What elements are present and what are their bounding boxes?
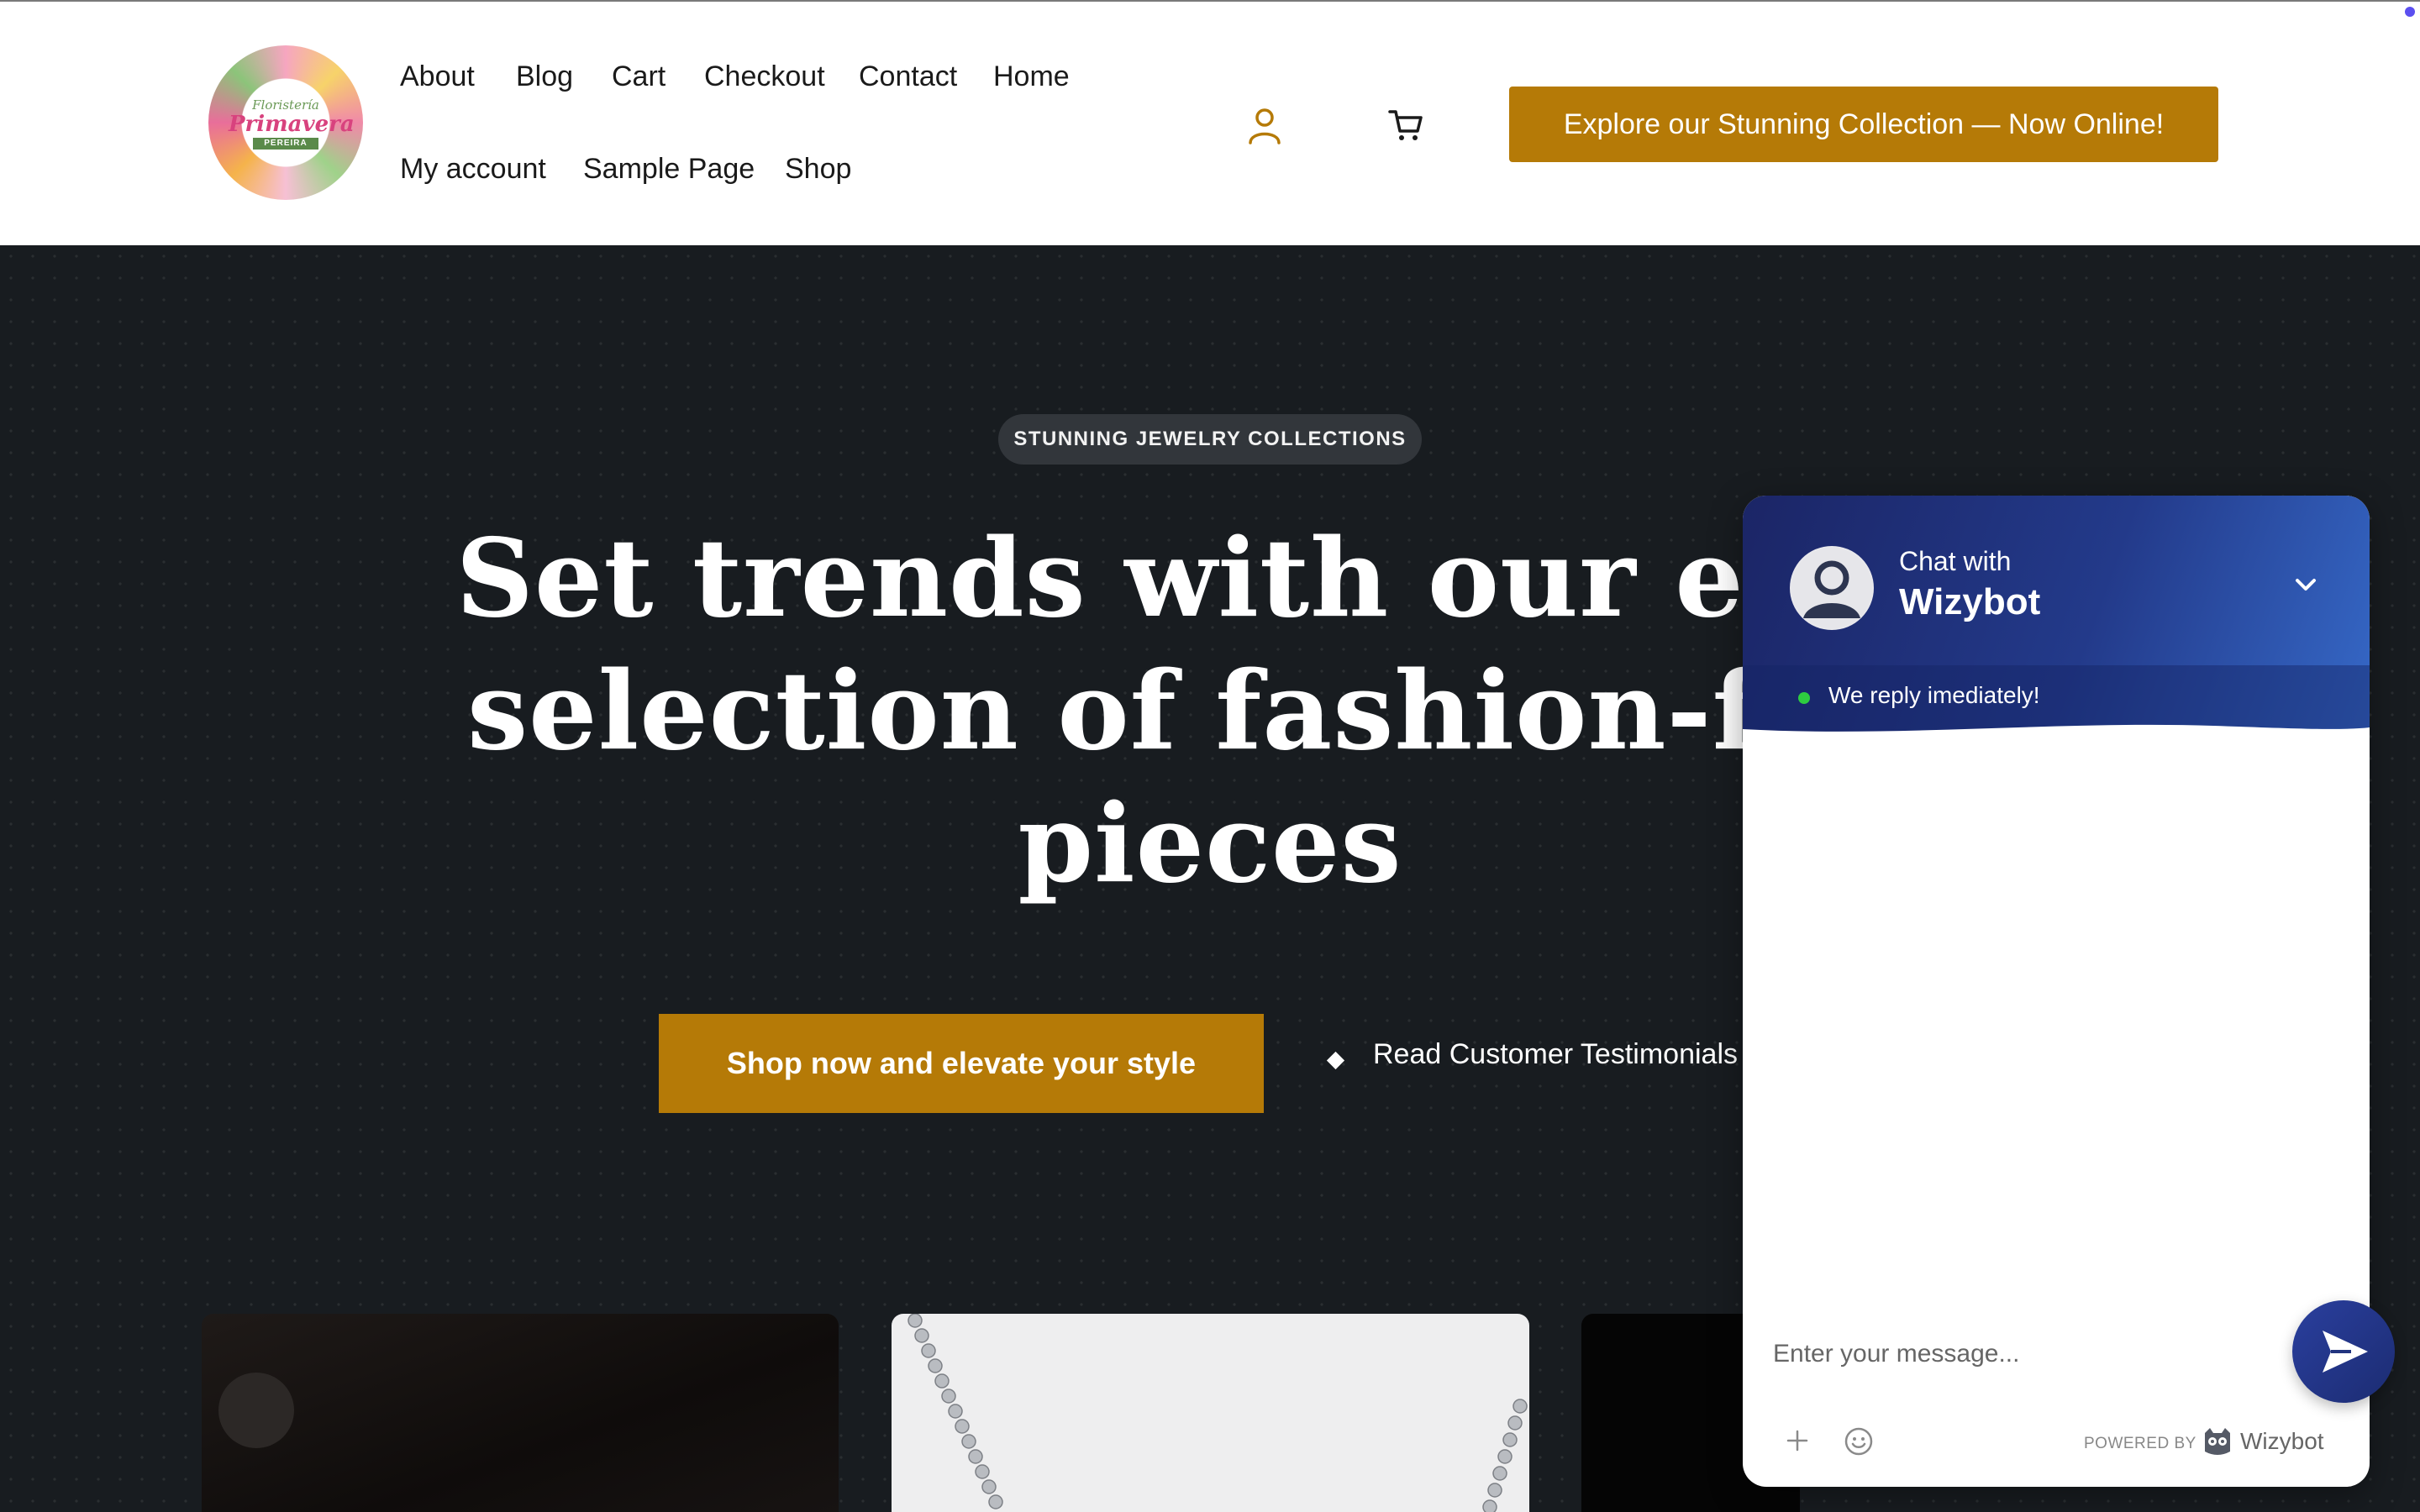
product-image-1 [218, 1373, 294, 1448]
nav-contact[interactable]: Contact [859, 60, 957, 93]
site-logo[interactable]: Floristería Primavera PEREIRA [208, 45, 363, 200]
powered-by-label: POWERED BY [2084, 1435, 2196, 1452]
product-card-1[interactable] [202, 1314, 839, 1512]
nav-blog[interactable]: Blog [516, 60, 573, 93]
chat-title: Wizybot [1899, 581, 2041, 622]
nav-sample-page[interactable]: Sample Page [583, 153, 755, 186]
shop-now-button[interactable]: Shop now and elevate your style [659, 1014, 1264, 1113]
site-header: Floristería Primavera PEREIRA About Blog… [0, 0, 2420, 245]
online-status-icon [1798, 692, 1810, 704]
explore-collection-button[interactable]: Explore our Stunning Collection — Now On… [1509, 87, 2218, 162]
cart-icon[interactable] [1388, 108, 1423, 143]
send-message-button[interactable] [2292, 1300, 2395, 1403]
nav-about[interactable]: About [400, 60, 475, 93]
logo-line-3: PEREIRA [253, 138, 318, 150]
product-card-2[interactable] [892, 1314, 1529, 1512]
chat-title-small: Chat with [1899, 546, 2012, 576]
nav-checkout[interactable]: Checkout [704, 60, 825, 93]
chevron-down-icon[interactable] [2291, 570, 2321, 600]
nav-home[interactable]: Home [993, 60, 1070, 93]
notification-dot [2405, 7, 2415, 17]
chat-widget: Chat with Wizybot We reply imediately! P… [1743, 496, 2370, 1487]
wizybot-brand: Wizybot [2240, 1428, 2324, 1454]
nav-shop[interactable]: Shop [785, 153, 851, 186]
logo-line-2: Primavera [229, 112, 355, 137]
logo-line-1: Floristería [252, 97, 319, 113]
chain-necklace-image [908, 1314, 1528, 1512]
diamond-bullet-icon [1326, 1051, 1345, 1070]
user-icon[interactable] [1247, 106, 1282, 144]
send-icon [2323, 1331, 2368, 1373]
hero-badge: STUNNING JEWELRY COLLECTIONS [998, 414, 1422, 465]
chat-message-input[interactable] [1773, 1327, 2294, 1381]
testimonials-link[interactable]: Read Customer Testimonials [1373, 1038, 1738, 1071]
bot-avatar [1790, 546, 1874, 630]
logo-text: Floristería Primavera PEREIRA [229, 97, 355, 150]
plus-icon[interactable] [1785, 1428, 1810, 1453]
nav-my-account[interactable]: My account [400, 153, 546, 186]
emoji-icon[interactable] [1844, 1426, 1874, 1457]
chat-status-text: We reply imediately! [1828, 682, 2040, 708]
chat-header-wave [1743, 724, 2370, 754]
wizybot-logo-icon [2205, 1428, 2230, 1455]
nav-cart[interactable]: Cart [612, 60, 666, 93]
